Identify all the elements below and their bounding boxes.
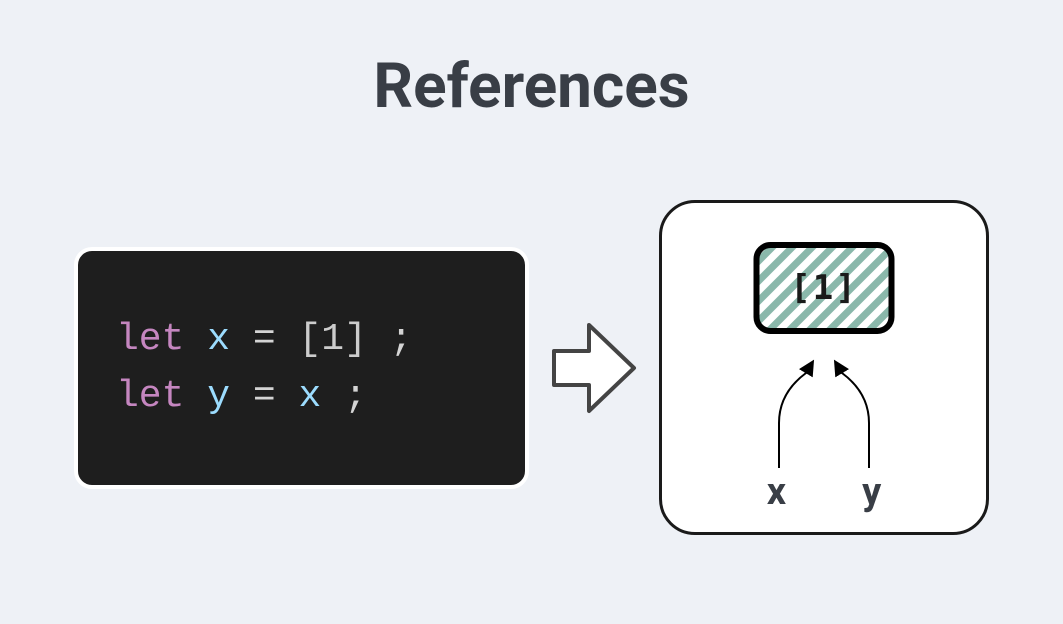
array-literal: [1] — [298, 318, 366, 361]
pointer-labels: x y — [662, 470, 986, 514]
identifier-y: y — [207, 375, 230, 418]
pointer-label-y: y — [862, 470, 881, 514]
keyword-let: let — [116, 375, 184, 418]
heap-value-label: [1] — [790, 268, 857, 308]
heap-object: [1] — [747, 233, 902, 343]
flow-arrow — [549, 313, 639, 423]
semicolon: ; — [344, 375, 367, 418]
equals-operator: = — [253, 375, 276, 418]
slide-content: let x = [1] ; let y = x ; — [60, 200, 1003, 535]
pointer-arrows — [724, 343, 924, 473]
equals-operator: = — [253, 318, 276, 361]
code-line-2: let y = x ; — [116, 368, 487, 425]
slide-title: References — [0, 50, 1063, 123]
memory-diagram: [1] x y — [659, 200, 989, 535]
semicolon: ; — [390, 318, 413, 361]
keyword-let: let — [116, 318, 184, 361]
code-line-1: let x = [1] ; — [116, 311, 487, 368]
identifier-x-rhs: x — [298, 375, 321, 418]
pointer-label-x: x — [767, 470, 786, 514]
identifier-x: x — [207, 318, 230, 361]
arrow-right-icon — [549, 313, 639, 423]
code-block: let x = [1] ; let y = x ; — [74, 247, 529, 489]
